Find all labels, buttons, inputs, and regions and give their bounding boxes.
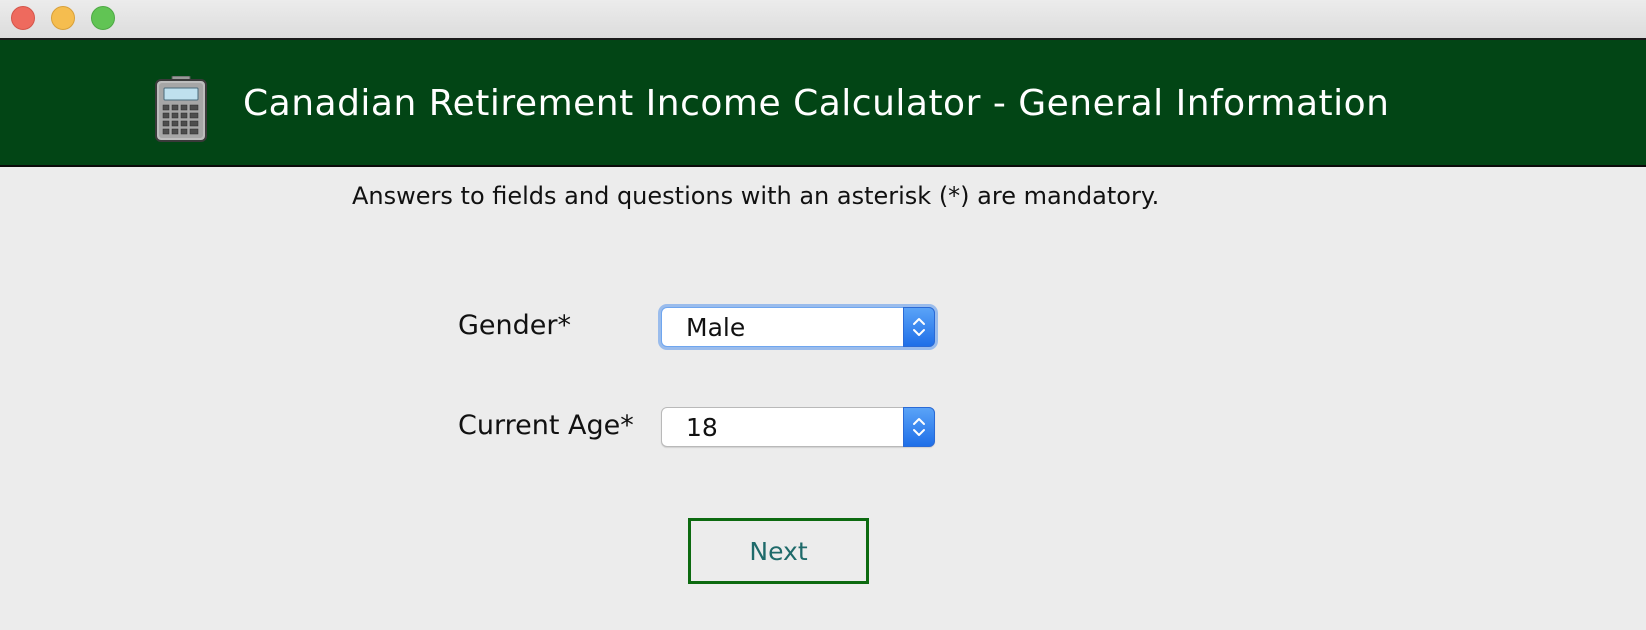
current-age-select-arrows[interactable] xyxy=(903,407,935,447)
gender-select[interactable]: Male xyxy=(661,307,935,347)
mandatory-note: Answers to fields and questions with an … xyxy=(352,182,1160,210)
window-minimize-button[interactable] xyxy=(51,6,75,30)
current-age-label: Current Age* xyxy=(458,410,634,441)
chevron-up-down-icon xyxy=(913,418,925,436)
page-title: Canadian Retirement Income Calculator - … xyxy=(243,83,1390,124)
window-titlebar xyxy=(0,0,1646,40)
current-age-select-value: 18 xyxy=(686,413,718,442)
window-maximize-button[interactable] xyxy=(91,6,115,30)
header-banner: Canadian Retirement Income Calculator - … xyxy=(0,40,1646,167)
gender-label: Gender* xyxy=(458,310,571,341)
next-button-label: Next xyxy=(749,536,808,566)
current-age-select[interactable]: 18 xyxy=(661,407,935,447)
gender-select-arrows[interactable] xyxy=(903,307,935,347)
chevron-up-down-icon xyxy=(913,318,925,336)
window-close-button[interactable] xyxy=(11,6,35,30)
calculator-icon xyxy=(155,76,207,142)
gender-select-value: Male xyxy=(686,313,746,342)
next-button[interactable]: Next xyxy=(688,518,869,584)
